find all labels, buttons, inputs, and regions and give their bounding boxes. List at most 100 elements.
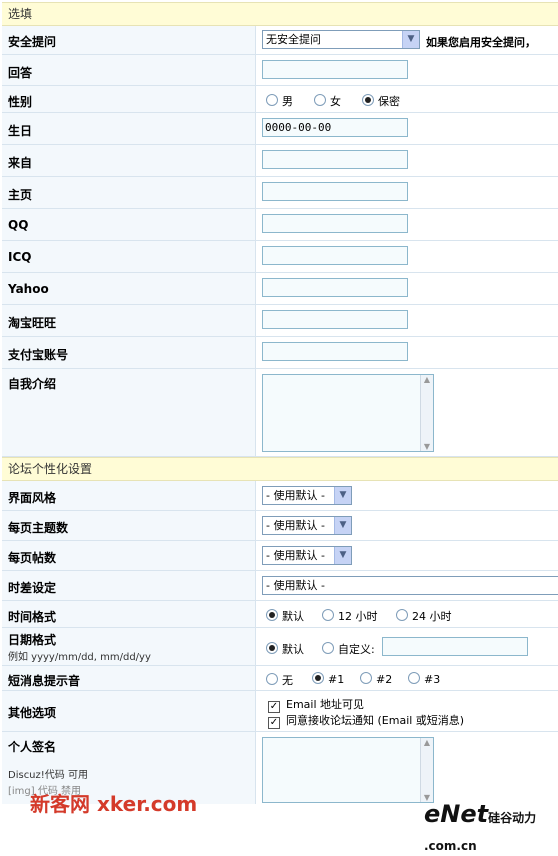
row-date-format: 日期格式 例如 yyyy/mm/dd, mm/dd/yy 默认 自定义: — [2, 628, 558, 666]
scroll-up-icon: ▲ — [423, 375, 431, 384]
radio-icon — [322, 642, 334, 654]
signature-discuz-note: Discuz!代码 可用 — [8, 770, 88, 781]
pm-sound-none[interactable]: 无 — [266, 672, 293, 688]
chevron-down-icon: ▼ — [334, 487, 351, 504]
row-qq: QQ — [2, 209, 558, 241]
radio-selected-icon — [312, 672, 324, 684]
alipay-input[interactable] — [262, 342, 408, 361]
gender-option-secret[interactable]: 保密 — [362, 93, 400, 109]
label-pm-sound: 短消息提示音 — [8, 674, 81, 688]
row-icq: ICQ — [2, 241, 558, 273]
label-timezone: 时差设定 — [8, 581, 57, 595]
row-taobao: 淘宝旺旺 — [2, 305, 558, 337]
radio-icon — [266, 94, 278, 106]
option-email-visible[interactable]: ✓ Email 地址可见 — [268, 696, 364, 713]
timezone-select[interactable]: - 使用默认 - — [262, 576, 558, 595]
label-other-options: 其他选项 — [8, 706, 57, 720]
label-taobao: 淘宝旺旺 — [8, 316, 57, 330]
signature-textarea[interactable]: ▲ ▼ — [262, 737, 434, 803]
label-time-format: 时间格式 — [8, 610, 57, 624]
taobao-input[interactable] — [262, 310, 408, 329]
section-header-optional: 选填 — [2, 2, 558, 26]
scrollbar[interactable]: ▲ ▼ — [420, 738, 433, 802]
row-yahoo: Yahoo — [2, 273, 558, 305]
scrollbar[interactable]: ▲ ▼ — [420, 375, 433, 451]
label-from: 来自 — [8, 156, 33, 170]
radio-icon — [322, 609, 334, 621]
from-input[interactable] — [262, 150, 408, 169]
section-title-forum: 论坛个性化设置 — [8, 462, 93, 476]
date-format-custom[interactable]: 自定义: — [322, 641, 375, 657]
label-yahoo: Yahoo — [8, 282, 49, 296]
row-pm-sound: 短消息提示音 无 #1 #2 #3 — [2, 666, 558, 691]
row-homepage: 主页 — [2, 177, 558, 209]
label-birthday: 生日 — [8, 124, 33, 138]
label-signature: 个人签名 — [8, 740, 57, 754]
radio-icon — [408, 672, 420, 684]
label-homepage: 主页 — [8, 188, 33, 202]
intro-textarea[interactable]: ▲ ▼ — [262, 374, 434, 452]
date-format-custom-input[interactable] — [382, 637, 528, 656]
label-style: 界面风格 — [8, 491, 57, 505]
row-posts-per-page: 每页帖数 - 使用默认 - ▼ — [2, 541, 558, 571]
row-birthday: 生日 0000-00-00 — [2, 113, 558, 145]
row-style: 界面风格 - 使用默认 - ▼ — [2, 481, 558, 511]
label-answer: 回答 — [8, 66, 33, 80]
yahoo-input[interactable] — [262, 278, 408, 297]
label-topics-per-page: 每页主题数 — [8, 521, 69, 535]
icq-input[interactable] — [262, 246, 408, 265]
chevron-down-icon: ▼ — [334, 517, 351, 534]
label-posts-per-page: 每页帖数 — [8, 551, 57, 565]
style-select[interactable]: - 使用默认 - ▼ — [262, 486, 352, 505]
option-receive-notice[interactable]: ✓ 同意接收论坛通知 (Email 或短消息) — [268, 712, 464, 729]
section-title-optional: 选填 — [8, 7, 33, 21]
label-qq: QQ — [8, 218, 29, 232]
gender-option-male[interactable]: 男 — [266, 93, 293, 109]
security-question-select[interactable]: 无安全提问 ▼ — [262, 30, 420, 49]
row-from: 来自 — [2, 145, 558, 177]
gender-option-female[interactable]: 女 — [314, 93, 341, 109]
label-gender: 性别 — [8, 95, 33, 109]
pm-sound-2[interactable]: #2 — [360, 672, 392, 686]
birthday-input[interactable]: 0000-00-00 — [262, 118, 408, 137]
row-topics-per-page: 每页主题数 - 使用默认 - ▼ — [2, 511, 558, 541]
radio-selected-icon — [266, 609, 278, 621]
answer-input[interactable] — [262, 60, 408, 79]
label-intro: 自我介绍 — [8, 377, 57, 391]
label-icq: ICQ — [8, 250, 32, 264]
row-time-format: 时间格式 默认 12 小时 24 小时 — [2, 601, 558, 628]
row-intro: 自我介绍 ▲ ▼ — [2, 369, 558, 457]
date-format-default[interactable]: 默认 — [266, 641, 304, 657]
row-gender: 性别 男 女 保密 — [2, 86, 558, 113]
label-date-format: 日期格式 — [8, 633, 57, 647]
watermark-enet-logo: eNet硅谷动力 .com.cn — [424, 800, 537, 853]
topics-per-page-select[interactable]: - 使用默认 - ▼ — [262, 516, 352, 535]
radio-icon — [314, 94, 326, 106]
radio-icon — [360, 672, 372, 684]
chevron-down-icon: ▼ — [334, 547, 351, 564]
label-security-question: 安全提问 — [8, 35, 57, 49]
row-alipay: 支付宝账号 — [2, 337, 558, 369]
section-header-forum: 论坛个性化设置 — [2, 457, 558, 481]
label-alipay: 支付宝账号 — [8, 348, 69, 362]
checkbox-checked-icon: ✓ — [268, 717, 280, 729]
pm-sound-3[interactable]: #3 — [408, 672, 440, 686]
radio-selected-icon — [266, 642, 278, 654]
pm-sound-1[interactable]: #1 — [312, 672, 344, 686]
radio-icon — [396, 609, 408, 621]
row-security-question: 安全提问 无安全提问 ▼ 如果您启用安全提问， — [2, 26, 558, 55]
security-note: 如果您启用安全提问， — [426, 36, 536, 49]
posts-per-page-select[interactable]: - 使用默认 - ▼ — [262, 546, 352, 565]
radio-selected-icon — [362, 94, 374, 106]
homepage-input[interactable] — [262, 182, 408, 201]
row-answer: 回答 — [2, 55, 558, 86]
row-timezone: 时差设定 - 使用默认 - — [2, 571, 558, 601]
scroll-up-icon: ▲ — [423, 738, 431, 747]
chevron-down-icon: ▼ — [402, 31, 419, 48]
qq-input[interactable] — [262, 214, 408, 233]
time-format-default[interactable]: 默认 — [266, 608, 304, 624]
scroll-down-icon: ▼ — [423, 442, 431, 451]
row-other-options: 其他选项 ✓ Email 地址可见 ✓ 同意接收论坛通知 (Email 或短消息) — [2, 691, 558, 732]
time-format-24h[interactable]: 24 小时 — [396, 608, 452, 624]
time-format-12h[interactable]: 12 小时 — [322, 608, 378, 624]
